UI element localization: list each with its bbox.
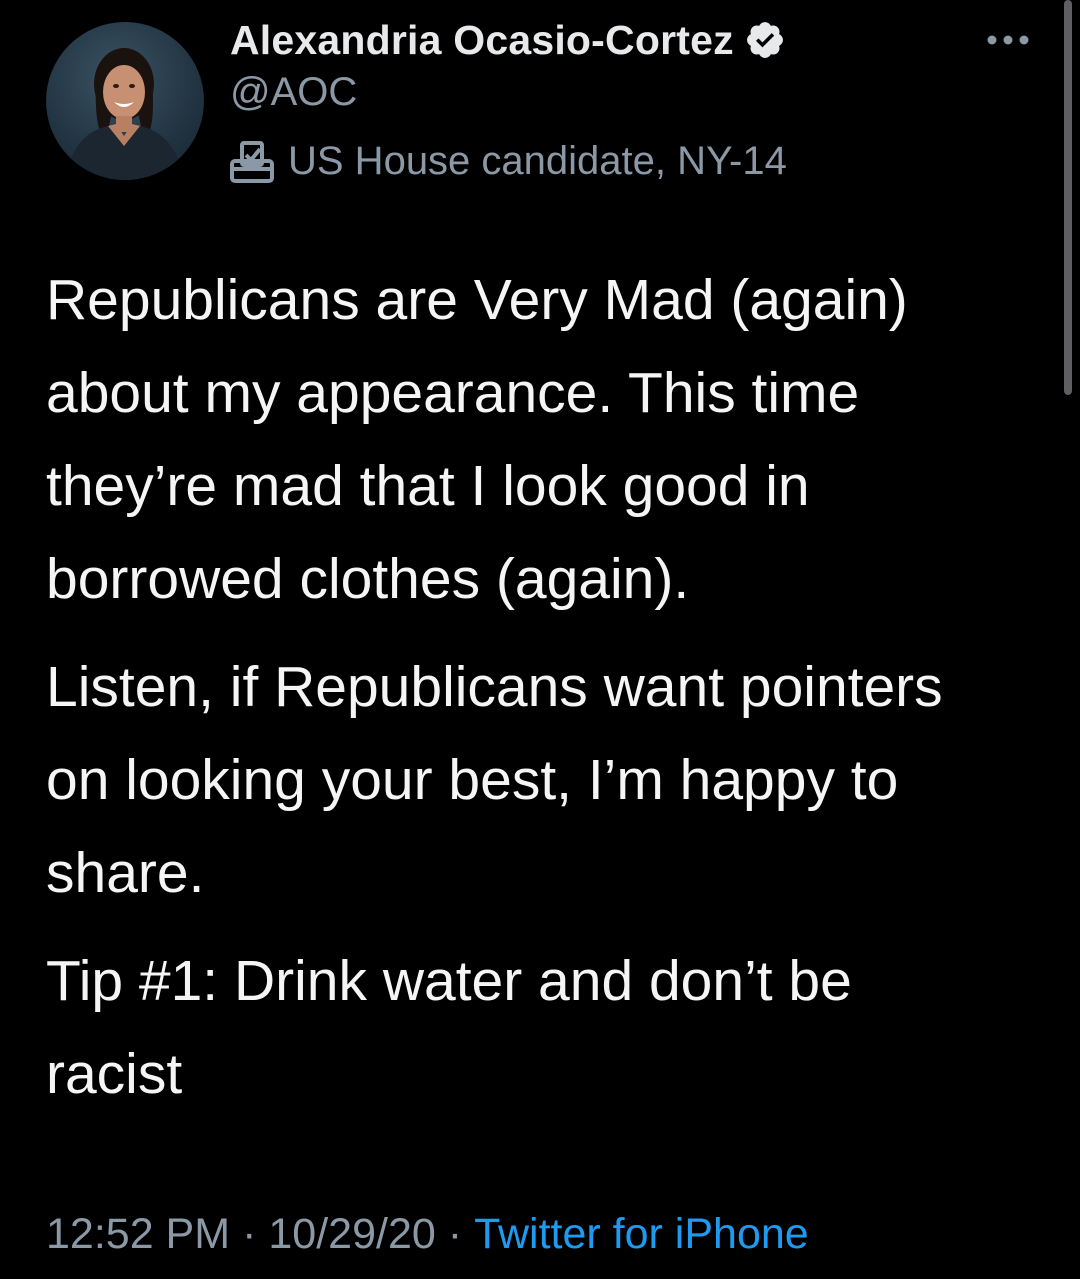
ballot-box-icon	[228, 139, 276, 183]
author-name-row[interactable]: Alexandria Ocasio-Cortez	[230, 12, 786, 68]
tweet-source-link[interactable]: Twitter for iPhone	[474, 1210, 809, 1259]
author-display-name[interactable]: Alexandria Ocasio-Cortez	[230, 17, 734, 64]
author-label: US House candidate, NY-14	[288, 138, 787, 183]
tweet-detail: Alexandria Ocasio-Cortez @AOC US House c…	[0, 0, 1080, 1279]
tweet-paragraph: Republicans are Very Mad (again) about m…	[46, 268, 908, 611]
more-dots-icon	[987, 35, 1029, 45]
author-handle[interactable]: @AOC	[230, 70, 357, 115]
tweet-paragraph: Tip #1: Drink water and don’t be racist	[46, 949, 852, 1106]
tweet-time[interactable]: 12:52 PM	[46, 1210, 230, 1259]
separator-dot: ·	[242, 1209, 257, 1258]
avatar[interactable]	[46, 22, 204, 180]
tweet-paragraph: Listen, if Republicans want pointers on …	[46, 655, 943, 905]
separator-dot: ·	[447, 1209, 463, 1258]
tweet-date[interactable]: 10/29/20	[268, 1210, 435, 1259]
verified-badge-icon	[744, 19, 786, 61]
more-options-button[interactable]	[980, 22, 1036, 58]
scrollbar[interactable]	[1064, 0, 1072, 395]
tweet-metadata: 12:52 PM · 10/29/20 · Twitter for iPhone	[46, 1207, 809, 1261]
author-label-row: US House candidate, NY-14	[228, 136, 787, 186]
tweet-text: Republicans are Very Mad (again) about m…	[46, 254, 1046, 1136]
